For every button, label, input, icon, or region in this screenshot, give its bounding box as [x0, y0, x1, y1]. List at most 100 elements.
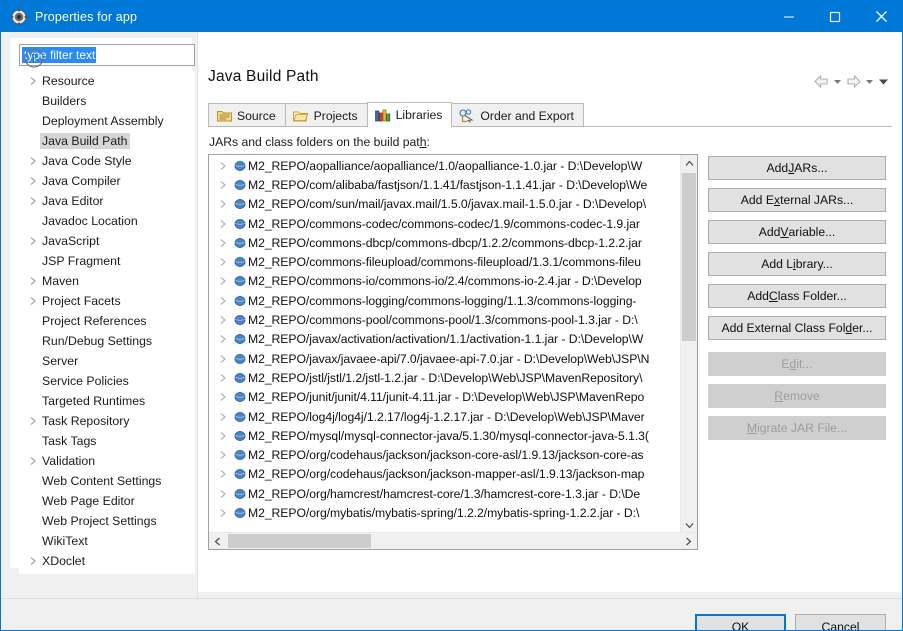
sidebar-item-run-debug-settings[interactable]: Run/Debug Settings	[19, 331, 195, 351]
expand-chevron-right-icon[interactable]	[215, 315, 231, 325]
expand-chevron-right-icon[interactable]	[215, 469, 231, 479]
jar-list[interactable]: M2_REPO/aopalliance/aopalliance/1.0/aopa…	[208, 154, 698, 550]
jar-list-item[interactable]: M2_REPO/org/codehaus/jackson/jackson-map…	[209, 465, 681, 484]
sidebar-item-resource[interactable]: Resource	[19, 71, 195, 91]
expand-chevron-right-icon[interactable]	[215, 219, 231, 229]
sidebar-item-maven[interactable]: Maven	[19, 271, 195, 291]
expand-chevron-right-icon[interactable]	[25, 456, 40, 466]
expand-chevron-right-icon[interactable]	[215, 334, 231, 344]
expand-chevron-right-icon[interactable]	[215, 508, 231, 518]
add-library-button[interactable]: Add Li brary...	[708, 252, 886, 276]
forward-dropdown-chevron-down-icon[interactable]	[864, 72, 875, 90]
scroll-right-icon[interactable]	[680, 533, 697, 549]
jar-list-item[interactable]: M2_REPO/org/mybatis/mybatis-spring/1.2.2…	[209, 503, 681, 522]
maximize-icon[interactable]	[812, 1, 858, 32]
sidebar-item-java-build-path[interactable]: Java Build Path	[19, 131, 195, 151]
sidebar-item-xdoclet[interactable]: XDoclet	[19, 551, 195, 571]
jar-list-item[interactable]: M2_REPO/org/codehaus/jackson/jackson-cor…	[209, 445, 681, 464]
settings-tree[interactable]: Resource Builders Deployment Assembly Java …	[19, 71, 195, 574]
expand-chevron-right-icon[interactable]	[215, 392, 231, 402]
expand-chevron-right-icon[interactable]	[215, 354, 231, 364]
expand-chevron-right-icon[interactable]	[215, 296, 231, 306]
expand-chevron-right-icon[interactable]	[215, 161, 231, 171]
jar-list-item[interactable]: M2_REPO/mysql/mysql-connector-java/5.1.3…	[209, 426, 681, 445]
close-icon[interactable]	[858, 1, 902, 32]
vertical-scroll-thumb[interactable]	[682, 173, 696, 341]
sidebar-item-task-tags[interactable]: Task Tags	[19, 431, 195, 451]
tab-projects[interactable]: Projects	[284, 103, 368, 127]
sidebar-item-jsp-fragment[interactable]: JSP Fragment	[19, 251, 195, 271]
sidebar-item-validation[interactable]: Validation	[19, 451, 195, 471]
expand-chevron-right-icon[interactable]	[215, 238, 231, 248]
tab-libraries[interactable]: Libraries	[366, 102, 453, 127]
sidebar-item-java-code-style[interactable]: Java Code Style	[19, 151, 195, 171]
minimize-icon[interactable]	[766, 1, 812, 32]
jar-list-item[interactable]: M2_REPO/commons-logging/commons-logging/…	[209, 291, 681, 310]
expand-chevron-right-icon[interactable]	[25, 556, 40, 566]
expand-chevron-right-icon[interactable]	[215, 180, 231, 190]
sidebar-item-java-editor[interactable]: Java Editor	[19, 191, 195, 211]
sidebar-item-wikitext[interactable]: WikiText	[19, 531, 195, 551]
sidebar-item-targeted-runtimes[interactable]: Targeted Runtimes	[19, 391, 195, 411]
sidebar-item-javascript[interactable]: JavaScript	[19, 231, 195, 251]
sidebar-item-deployment-assembly[interactable]: Deployment Assembly	[19, 111, 195, 131]
ok-button[interactable]: OK	[695, 614, 786, 630]
tab-order-and-export[interactable]: Order and Export	[451, 103, 584, 127]
sidebar-item-project-references[interactable]: Project References	[19, 311, 195, 331]
jar-list-item[interactable]: M2_REPO/log4j/log4j/1.2.17/log4j-1.2.17.…	[209, 407, 681, 426]
sidebar-item-web-page-editor[interactable]: Web Page Editor	[19, 491, 195, 511]
help-question-icon[interactable]: ?	[23, 47, 45, 69]
expand-chevron-right-icon[interactable]	[25, 276, 40, 286]
sidebar-item-web-project-settings[interactable]: Web Project Settings	[19, 511, 195, 531]
jar-list-item[interactable]: M2_REPO/com/sun/mail/javax.mail/1.5.0/ja…	[209, 195, 681, 214]
expand-chevron-right-icon[interactable]	[25, 176, 40, 186]
tab-source[interactable]: Source	[208, 103, 286, 127]
sidebar-item-javadoc-location[interactable]: Javadoc Location	[19, 211, 195, 231]
horizontal-scrollbar[interactable]	[209, 532, 697, 549]
add-variable-button[interactable]: Add Variable...	[708, 220, 886, 244]
jar-action-buttons[interactable]: Add J ARs... Add Ex ternal JARs... Add Varia…	[708, 156, 886, 448]
expand-chevron-right-icon[interactable]	[215, 431, 231, 441]
expand-chevron-right-icon[interactable]	[25, 196, 40, 206]
expand-chevron-right-icon[interactable]	[215, 276, 231, 286]
cancel-button[interactable]: Cancel	[795, 614, 886, 630]
expand-chevron-right-icon[interactable]	[25, 416, 40, 426]
expand-chevron-right-icon[interactable]	[215, 450, 231, 460]
jar-list-item[interactable]: M2_REPO/junit/junit/4.11/junit-4.11.jar …	[209, 388, 681, 407]
build-path-tabs[interactable]: Source Projects Libraries Order and Export	[208, 102, 584, 127]
jar-list-item[interactable]: M2_REPO/commons-codec/commons-codec/1.9/…	[209, 214, 681, 233]
expand-chevron-right-icon[interactable]	[215, 257, 231, 267]
sidebar-item-task-repository[interactable]: Task Repository	[19, 411, 195, 431]
jar-list-item[interactable]: M2_REPO/aopalliance/aopalliance/1.0/aopa…	[209, 156, 681, 175]
add-jars-button[interactable]: Add J ARs...	[708, 156, 886, 180]
jar-list-item[interactable]: M2_REPO/commons-fileupload/commons-fileu…	[209, 252, 681, 271]
sidebar-item-builders[interactable]: Builders	[19, 91, 195, 111]
back-arrow-icon[interactable]	[813, 72, 830, 90]
scroll-up-icon[interactable]	[681, 155, 697, 172]
expand-chevron-right-icon[interactable]	[215, 412, 231, 422]
expand-chevron-right-icon[interactable]	[25, 296, 40, 306]
expand-chevron-right-icon[interactable]	[215, 489, 231, 499]
jar-list-item[interactable]: M2_REPO/javax/javaee-api/7.0/javaee-api-…	[209, 349, 681, 368]
scroll-left-icon[interactable]	[209, 533, 226, 549]
vertical-scrollbar[interactable]	[680, 155, 697, 534]
jar-list-item[interactable]: M2_REPO/com/alibaba/fastjson/1.1.41/fast…	[209, 175, 681, 194]
jar-list-rows[interactable]: M2_REPO/aopalliance/aopalliance/1.0/aopa…	[209, 156, 681, 534]
expand-chevron-right-icon[interactable]	[215, 199, 231, 209]
sidebar-item-server[interactable]: Server	[19, 351, 195, 371]
back-dropdown-chevron-down-icon[interactable]	[832, 72, 843, 90]
add-external-class-folder-button[interactable]: Add External Class Fol d er...	[708, 316, 886, 340]
jar-list-item[interactable]: M2_REPO/commons-pool/commons-pool/1.3/co…	[209, 310, 681, 329]
expand-chevron-right-icon[interactable]	[25, 156, 40, 166]
expand-chevron-right-icon[interactable]	[25, 76, 40, 86]
expand-chevron-right-icon[interactable]	[215, 373, 231, 383]
add-class-folder-button[interactable]: Add Class Folder...	[708, 284, 886, 308]
jar-list-item[interactable]: M2_REPO/javax/activation/activation/1.1/…	[209, 330, 681, 349]
jar-list-item[interactable]: M2_REPO/commons-io/commons-io/2.4/common…	[209, 272, 681, 291]
sidebar-item-web-content-settings[interactable]: Web Content Settings	[19, 471, 195, 491]
forward-arrow-icon[interactable]	[845, 72, 862, 90]
search-input[interactable]: type filter text	[19, 44, 195, 66]
sidebar-item-service-policies[interactable]: Service Policies	[19, 371, 195, 391]
add-external-jars-button[interactable]: Add Ex ternal JARs...	[708, 188, 886, 212]
view-menu-chevron-down-icon[interactable]	[877, 72, 890, 90]
